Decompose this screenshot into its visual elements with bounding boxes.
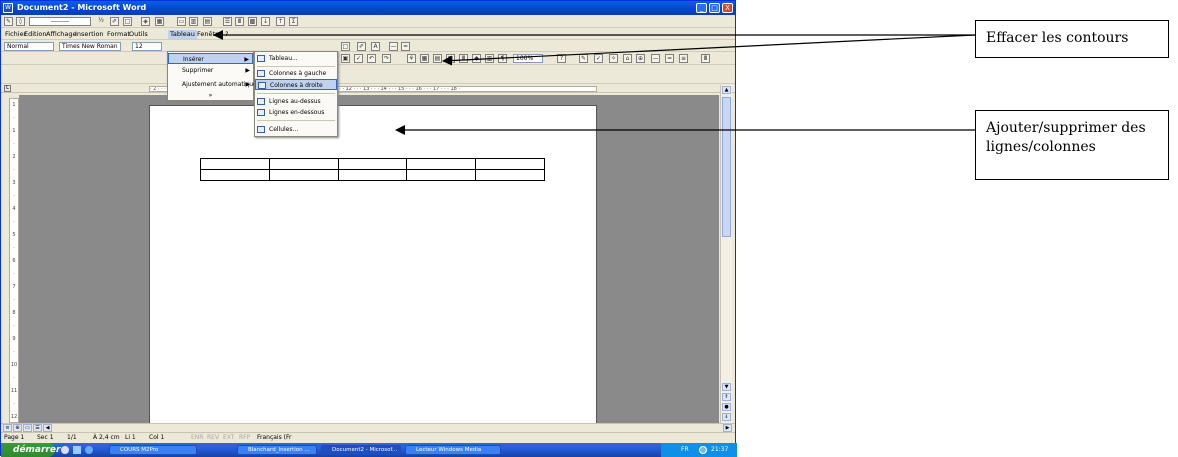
annotation-arrows	[213, 30, 976, 135]
arrow-to-line-toolbar	[442, 34, 976, 66]
callout-effacer-contours: Effacer les contours	[975, 20, 1169, 58]
callout-ajouter-supprimer: Ajouter/supprimer des lignes/colonnes	[975, 110, 1169, 180]
